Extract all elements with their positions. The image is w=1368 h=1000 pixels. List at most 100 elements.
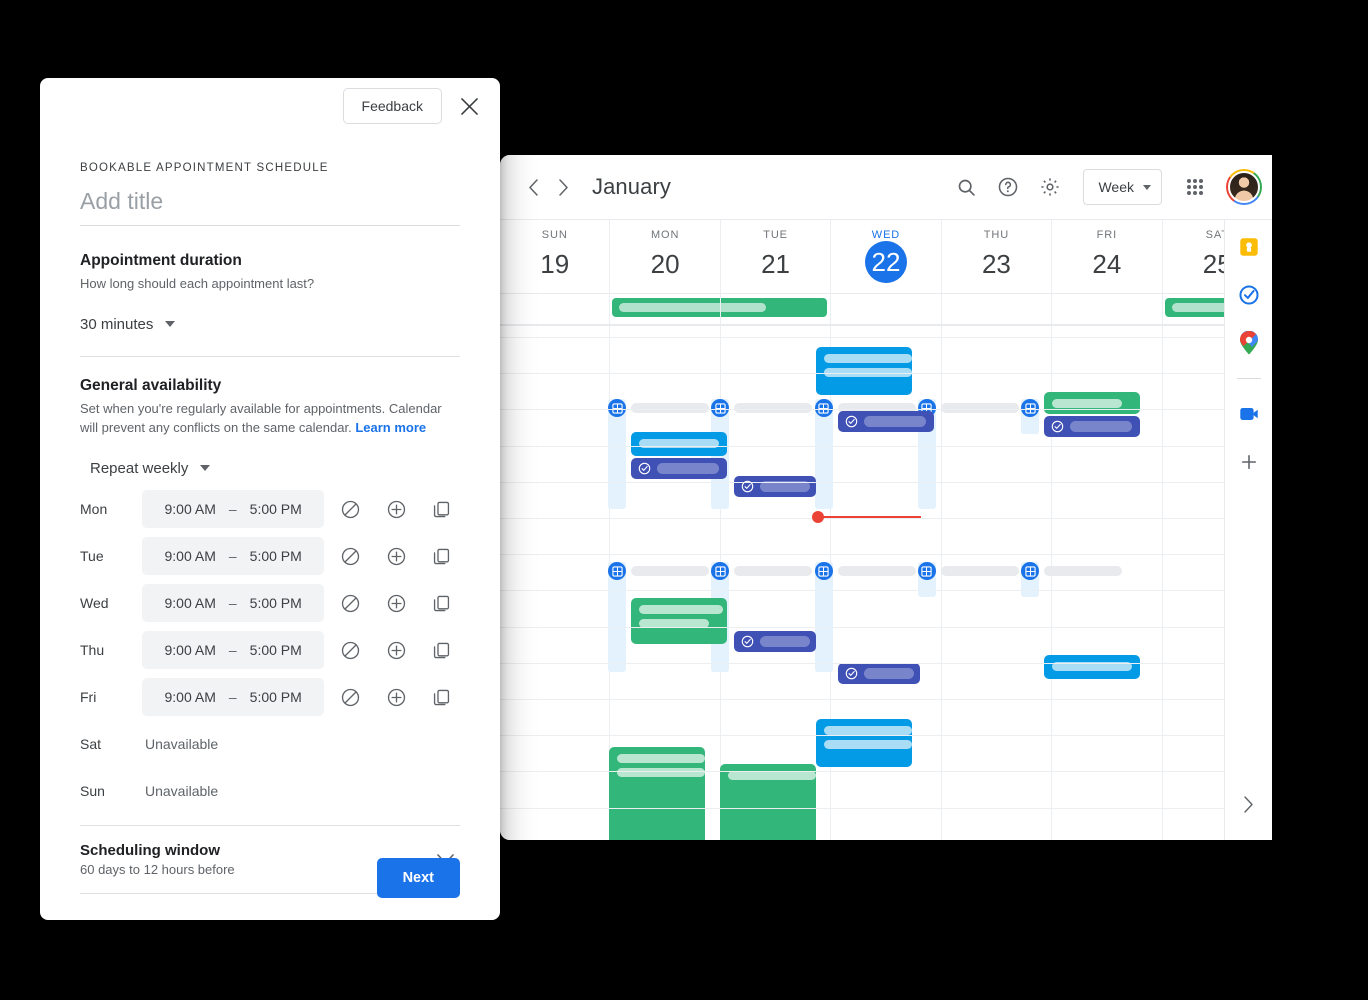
start-time: 9:00 AM	[164, 501, 216, 518]
apps-grid-icon[interactable]	[1176, 168, 1214, 206]
google-meet-icon[interactable]	[1236, 401, 1262, 427]
search-icon[interactable]	[947, 168, 985, 206]
previous-week-button[interactable]	[518, 172, 548, 202]
calendar-task[interactable]	[837, 411, 934, 432]
calendar-event[interactable]	[609, 747, 706, 840]
duplicate-icon[interactable]	[423, 678, 460, 716]
block-availability-icon[interactable]	[332, 584, 369, 622]
repeat-dropdown[interactable]: Repeat weekly	[90, 459, 211, 477]
grid-hour-line	[500, 590, 1272, 592]
end-time: 5:00 PM	[249, 689, 302, 706]
calendar-badge-icon[interactable]	[1021, 562, 1039, 580]
unavailable-label: Unavailable	[145, 736, 219, 753]
toolbar-actions: Week	[947, 168, 1266, 206]
availability-day-label: Wed	[80, 595, 109, 612]
add-time-range-icon[interactable]	[378, 490, 415, 528]
google-keep-icon[interactable]	[1236, 234, 1262, 260]
close-icon[interactable]	[452, 89, 486, 123]
calendar-badge-icon[interactable]	[917, 562, 936, 580]
calendar-event[interactable]	[631, 598, 728, 644]
calendar-task[interactable]	[734, 631, 817, 652]
grid-hour-line	[500, 662, 1272, 664]
calendar-task[interactable]	[734, 476, 817, 497]
all-day-cell-fri[interactable]	[1051, 294, 1161, 324]
add-time-range-icon[interactable]	[378, 537, 415, 575]
time-range-chip[interactable]: 9:00 AM –5:00 PM	[142, 678, 325, 717]
event-title-placeholder	[631, 403, 710, 413]
add-time-range-icon[interactable]	[378, 631, 415, 669]
day-header-sun[interactable]: SUN 19	[500, 220, 609, 293]
day-of-week-label: FRI	[1096, 229, 1118, 241]
next-week-button[interactable]	[548, 172, 578, 202]
duplicate-icon[interactable]	[423, 631, 460, 669]
all-day-cell-tue[interactable]	[719, 294, 830, 324]
duration-dropdown[interactable]: 30 minutes	[80, 316, 176, 333]
title-input[interactable]	[80, 184, 460, 226]
scheduling-window-heading: Scheduling window	[80, 841, 220, 859]
all-day-cell-mon[interactable]	[609, 294, 828, 324]
availability-day-label: Sun	[80, 783, 105, 800]
repeat-value: Repeat weekly	[90, 459, 189, 477]
task-title-placeholder	[863, 668, 914, 679]
duplicate-icon[interactable]	[423, 490, 460, 528]
availability-row: Tue 9:00 AM –5:00 PM	[80, 533, 460, 580]
avatar[interactable]	[1226, 169, 1262, 205]
day-column-sun[interactable]	[500, 326, 609, 840]
scheduling-window-subtext: 60 days to 12 hours before	[80, 861, 235, 877]
calendar-task[interactable]	[837, 663, 920, 684]
next-button[interactable]: Next	[376, 858, 460, 898]
add-shortcut-icon[interactable]	[1236, 449, 1262, 475]
day-header-fri[interactable]: FRI 24	[1051, 220, 1161, 293]
google-calendar-window: January Week SUN 19 MON 20 TUE 21 WED 22…	[500, 155, 1272, 840]
block-availability-icon[interactable]	[332, 631, 369, 669]
add-time-range-icon[interactable]	[378, 678, 415, 716]
day-of-week-label: WED	[871, 229, 901, 241]
expand-panel-button[interactable]	[1234, 790, 1262, 818]
grid-hour-line	[500, 481, 1272, 483]
time-range-chip[interactable]: 9:00 AM –5:00 PM	[142, 631, 325, 670]
view-select[interactable]: Week	[1083, 169, 1162, 205]
grid-hour-line	[500, 771, 1272, 773]
calendar-event[interactable]	[631, 432, 728, 456]
time-range-chip[interactable]: 9:00 AM –5:00 PM	[142, 490, 325, 529]
all-day-cell-sun[interactable]	[500, 294, 609, 324]
time-range-chip[interactable]: 9:00 AM –5:00 PM	[142, 537, 325, 576]
event-title-placeholder	[639, 439, 720, 448]
google-tasks-icon[interactable]	[1236, 282, 1262, 308]
add-time-range-icon[interactable]	[378, 584, 415, 622]
availability-row: Thu 9:00 AM –5:00 PM	[80, 627, 460, 674]
block-availability-icon[interactable]	[332, 490, 369, 528]
calendar-task[interactable]	[631, 458, 728, 479]
calendar-event[interactable]	[815, 347, 912, 395]
help-icon[interactable]	[989, 168, 1027, 206]
duplicate-icon[interactable]	[423, 537, 460, 575]
calendar-badge-icon[interactable]	[814, 562, 833, 580]
day-header-wed[interactable]: WED 22	[830, 220, 940, 293]
calendar-event[interactable]	[720, 764, 817, 840]
calendar-event[interactable]	[815, 719, 912, 767]
all-day-cell-wed[interactable]	[830, 294, 940, 324]
day-header-mon[interactable]: MON 20	[609, 220, 719, 293]
block-availability-icon[interactable]	[332, 537, 369, 575]
calendar-event[interactable]	[1044, 655, 1140, 679]
day-header-thu[interactable]: THU 23	[940, 220, 1051, 293]
grid-hour-line	[500, 699, 1272, 700]
block-availability-icon[interactable]	[332, 678, 369, 716]
learn-more-link[interactable]: Learn more	[355, 420, 426, 435]
duplicate-icon[interactable]	[423, 584, 460, 622]
day-header-tue[interactable]: TUE 21	[719, 220, 830, 293]
day-of-week-label: TUE	[763, 229, 788, 241]
calendar-badge-icon[interactable]	[1021, 399, 1039, 417]
calendar-event[interactable]	[1044, 392, 1140, 414]
all-day-cell-thu[interactable]	[940, 294, 1051, 324]
google-maps-icon[interactable]	[1236, 330, 1262, 356]
availability-day-label: Thu	[80, 642, 105, 659]
feedback-button[interactable]: Feedback	[342, 88, 442, 124]
availability-row: Sat Unavailable	[80, 721, 460, 768]
availability-section: General availability Set when you're reg…	[40, 357, 500, 815]
time-range-chip[interactable]: 9:00 AM –5:00 PM	[142, 584, 325, 623]
task-title-placeholder	[760, 636, 811, 647]
calendar-badge-icon[interactable]	[814, 399, 833, 417]
calendar-task[interactable]	[1044, 416, 1140, 437]
gear-icon[interactable]	[1031, 168, 1069, 206]
